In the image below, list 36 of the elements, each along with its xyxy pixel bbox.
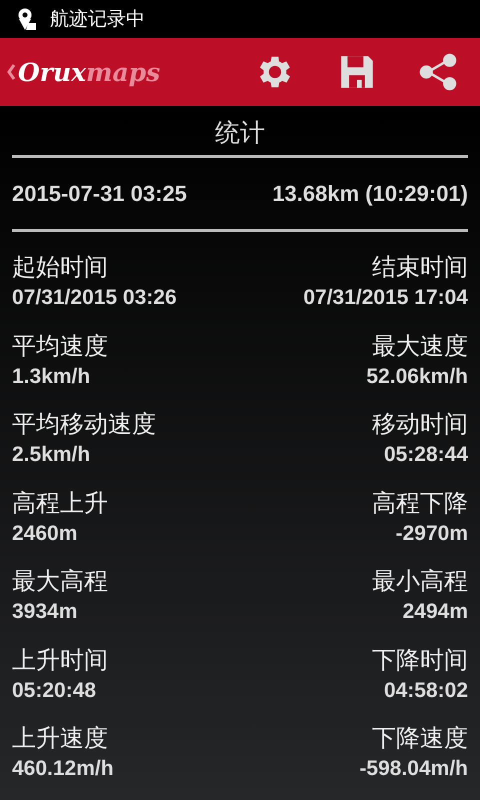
stat-label: 最小高程	[372, 566, 468, 597]
stat-value: 1.3km/h	[12, 364, 90, 390]
app-logo: Oruxmaps	[18, 58, 160, 86]
stat-value: 07/31/2015 17:04	[303, 285, 468, 311]
stat-label: 上升速度	[12, 723, 108, 754]
stat-value: 2.5km/h	[12, 442, 90, 468]
share-icon[interactable]	[418, 52, 458, 92]
stat-value: 04:58:02	[384, 678, 468, 704]
stat-value: 2460m	[12, 520, 78, 546]
stat-label: 高程下降	[372, 488, 468, 518]
stat-label: 高程上升	[12, 488, 108, 518]
stat-value: -598.04m/h	[359, 756, 468, 782]
stat-label: 结束时间	[372, 252, 468, 283]
stat-label: 最大速度	[372, 330, 468, 362]
stat-label: 起始时间	[12, 252, 108, 283]
stat-label: 上升时间	[12, 644, 108, 676]
stat-value: 07/31/2015 03:26	[12, 285, 177, 311]
stat-label: 移动时间	[372, 409, 468, 440]
track-distance: 13.68km (10:29:01)	[272, 181, 468, 207]
stat-value: 52.06km/h	[366, 364, 468, 390]
stat-value: 460.12m/h	[12, 756, 114, 782]
stat-value: 05:20:48	[12, 678, 96, 704]
stat-value: -2970m	[396, 520, 468, 546]
page-title: 统计	[214, 117, 266, 149]
back-icon[interactable]	[6, 62, 16, 82]
stat-label: 最大高程	[12, 566, 108, 597]
track-date: 2015-07-31 03:25	[12, 181, 187, 207]
stat-label: 平均速度	[12, 330, 108, 362]
stat-value: 2494m	[402, 599, 468, 625]
stat-value: 05:28:44	[384, 442, 468, 468]
stat-label: 平均移动速度	[12, 409, 156, 440]
save-icon[interactable]	[338, 53, 376, 91]
stat-label: 下降时间	[372, 644, 468, 676]
stat-value: 3934m	[12, 599, 78, 625]
stat-label: 下降速度	[372, 723, 468, 754]
status-text: 航迹记录中	[50, 7, 145, 32]
